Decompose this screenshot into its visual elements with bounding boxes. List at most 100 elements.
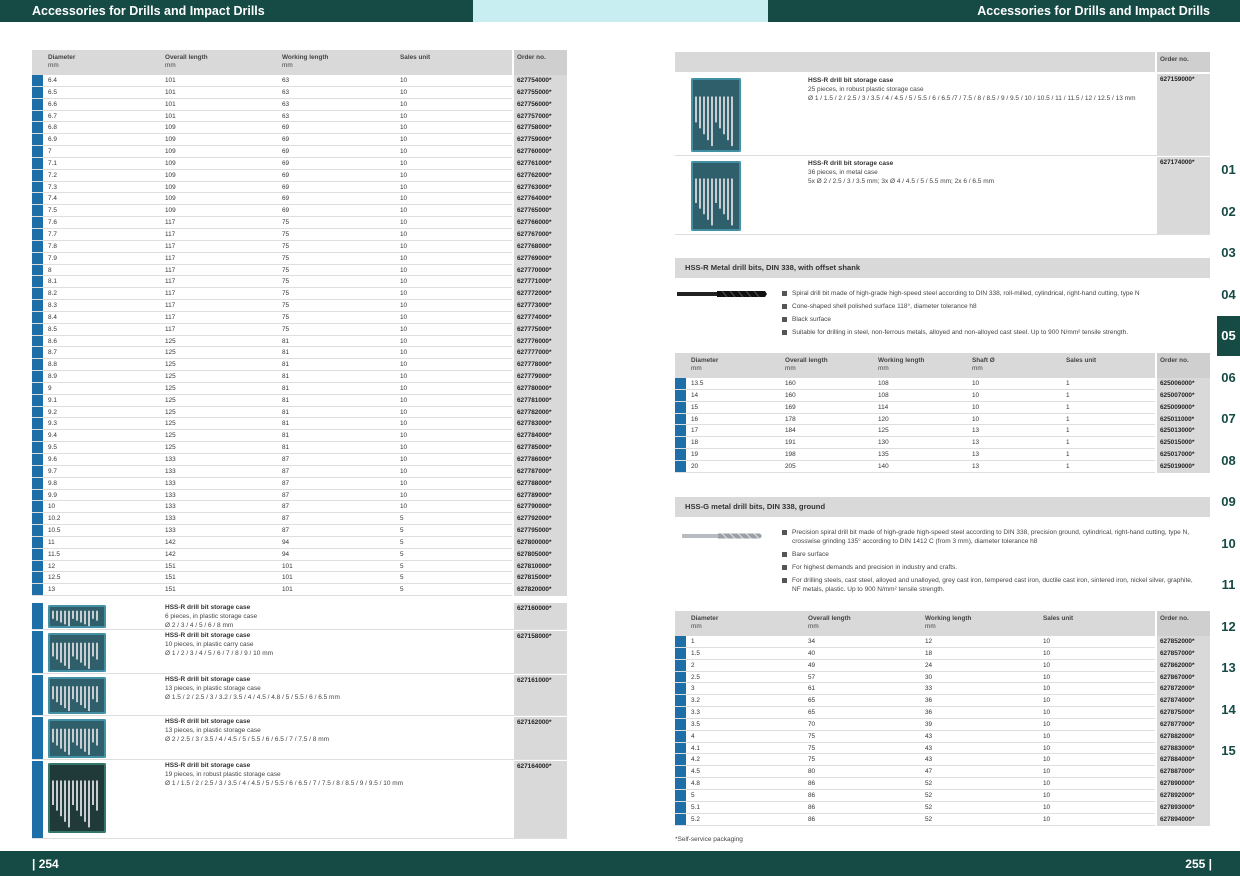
table-cell: 10 <box>972 403 980 411</box>
chapter-tab-12[interactable]: 12 <box>1217 607 1240 647</box>
case-sizes: 5x Ø 2 / 2.5 / 3 / 3.5 mm; 3x Ø 4 / 4.5 … <box>808 178 995 185</box>
table-row: 8 117 75 10 627770000* <box>32 264 567 277</box>
order-number: 627893000* <box>1155 801 1210 814</box>
table-cell: 8.9 <box>48 373 57 381</box>
chapter-tab-07[interactable]: 07 <box>1217 399 1240 439</box>
row-marker <box>675 437 686 449</box>
table-cell: 1 <box>1066 415 1070 423</box>
row-marker <box>32 501 43 513</box>
table-row: 17 184 125 13 1 625013000* <box>675 425 1210 438</box>
storage-case-item: HSS-R drill bit storage case 19 pieces, i… <box>32 761 567 839</box>
table-cell: 133 <box>165 515 176 523</box>
chapter-tab-10[interactable]: 10 <box>1217 524 1240 564</box>
page-number-right: 255 | <box>1185 857 1212 871</box>
row-marker <box>675 718 686 730</box>
table-row: 8.1 117 75 10 627771000* <box>32 276 567 289</box>
table-cell: 125 <box>878 427 889 435</box>
table-cell: 6.8 <box>48 124 57 132</box>
chapter-tab-14[interactable]: 14 <box>1217 690 1240 730</box>
table-cell: 151 <box>165 562 176 570</box>
table-row: 10 133 87 10 627790000* <box>32 501 567 514</box>
table-cell: 8.8 <box>48 361 57 369</box>
order-number: 627765000* <box>512 205 567 218</box>
table-cell: 101 <box>165 88 176 96</box>
table-row: 5.2 86 52 10 627894000* <box>675 813 1210 826</box>
storage-case-image <box>48 677 106 714</box>
table-cell: 75 <box>282 325 290 333</box>
table-cell: 10 <box>400 337 408 345</box>
row-marker <box>32 86 43 98</box>
table-cell: 13 <box>48 586 56 594</box>
catalog-spread: { "header": { "left_title": "Accessories… <box>0 0 1240 876</box>
drill-set-icon <box>691 161 741 231</box>
chapter-tab-03[interactable]: 03 <box>1217 233 1240 273</box>
table-cell: 9 <box>48 384 52 392</box>
col-sales-header: Sales unit <box>400 54 431 61</box>
storage-case-item: HSS-R drill bit storage case 6 pieces, in… <box>32 603 567 630</box>
order-number: 627161000* <box>512 675 567 715</box>
order-number: 627759000* <box>512 134 567 147</box>
row-marker <box>32 347 43 359</box>
order-number: 627771000* <box>512 276 567 289</box>
table-row: 4.2 75 43 10 627884000* <box>675 754 1210 767</box>
table-cell: 52 <box>925 780 933 788</box>
table-cell: 109 <box>165 207 176 215</box>
table-cell: 1 <box>1066 451 1070 459</box>
chapter-tab-05[interactable]: 05 <box>1217 316 1240 356</box>
offset-col-diameter: Diameter <box>691 357 719 364</box>
chapter-tab-01[interactable]: 01 <box>1217 150 1240 190</box>
table-cell: 10 <box>400 361 408 369</box>
feature-bullet: Suitable for drilling in steel, non-ferr… <box>780 328 1200 337</box>
row-marker <box>32 536 43 548</box>
order-number: 627778000* <box>512 359 567 372</box>
order-number: 627754000* <box>512 75 567 87</box>
order-number: 625009000* <box>1155 401 1210 414</box>
table-cell: 184 <box>785 427 796 435</box>
chapter-tab-06[interactable]: 06 <box>1217 358 1240 398</box>
table-cell: 5.1 <box>691 803 700 811</box>
table-cell: 2.5 <box>691 673 700 681</box>
table-row: 5.1 86 52 10 627893000* <box>675 801 1210 814</box>
table-row: 4.5 80 47 10 627887000* <box>675 766 1210 779</box>
table-cell: 10 <box>400 124 408 132</box>
row-marker <box>32 430 43 442</box>
table-cell: 5.2 <box>691 815 700 823</box>
table-cell: 5 <box>400 550 404 558</box>
table-row: 10.5 133 87 5 627795000* <box>32 525 567 537</box>
table-cell: 2 <box>691 661 695 669</box>
table-cell: 5 <box>691 791 695 799</box>
table-cell: 94 <box>282 550 290 558</box>
chapter-tab-13[interactable]: 13 <box>1217 648 1240 688</box>
case-name: HSS-R drill bit storage case <box>808 160 894 167</box>
table-cell: 1 <box>1066 462 1070 470</box>
table-cell: 169 <box>785 403 796 411</box>
order-number: 627772000* <box>512 288 567 301</box>
chapter-tab-11[interactable]: 11 <box>1217 565 1240 605</box>
table-cell: 17 <box>691 427 699 435</box>
order-number: 627805000* <box>512 548 567 561</box>
table-cell: 10 <box>400 112 408 120</box>
table-cell: 10 <box>400 171 408 179</box>
table-row: 20 205 140 13 1 625019000* <box>675 460 1210 473</box>
table-row: 11.5 142 94 5 627805000* <box>32 548 567 561</box>
table-cell: 69 <box>282 171 290 179</box>
row-marker <box>32 146 43 157</box>
chapter-tab-02[interactable]: 02 <box>1217 192 1240 232</box>
order-number: 627874000* <box>1155 695 1210 708</box>
right-sets-order-header: Order no. <box>1155 52 1210 72</box>
chapter-tab-15[interactable]: 15 <box>1217 731 1240 771</box>
section-title-offset-shank: HSS-R Metal drill bits, DIN 338, with of… <box>675 258 1210 278</box>
table-cell: 69 <box>282 195 290 203</box>
table-cell: 10 <box>1043 638 1051 645</box>
table-cell: 9.4 <box>48 432 57 440</box>
order-number: 627862000* <box>1155 659 1210 672</box>
chapter-tab-04[interactable]: 04 <box>1217 275 1240 315</box>
table-cell: 130 <box>878 439 889 447</box>
table-cell: 8.3 <box>48 302 57 310</box>
table-cell: 87 <box>282 479 290 487</box>
table-cell: 10 <box>400 195 408 203</box>
table-cell: 75 <box>808 756 816 764</box>
chapter-tab-09[interactable]: 09 <box>1217 482 1240 522</box>
chapter-tab-08[interactable]: 08 <box>1217 441 1240 481</box>
order-number: 627857000* <box>1155 647 1210 660</box>
